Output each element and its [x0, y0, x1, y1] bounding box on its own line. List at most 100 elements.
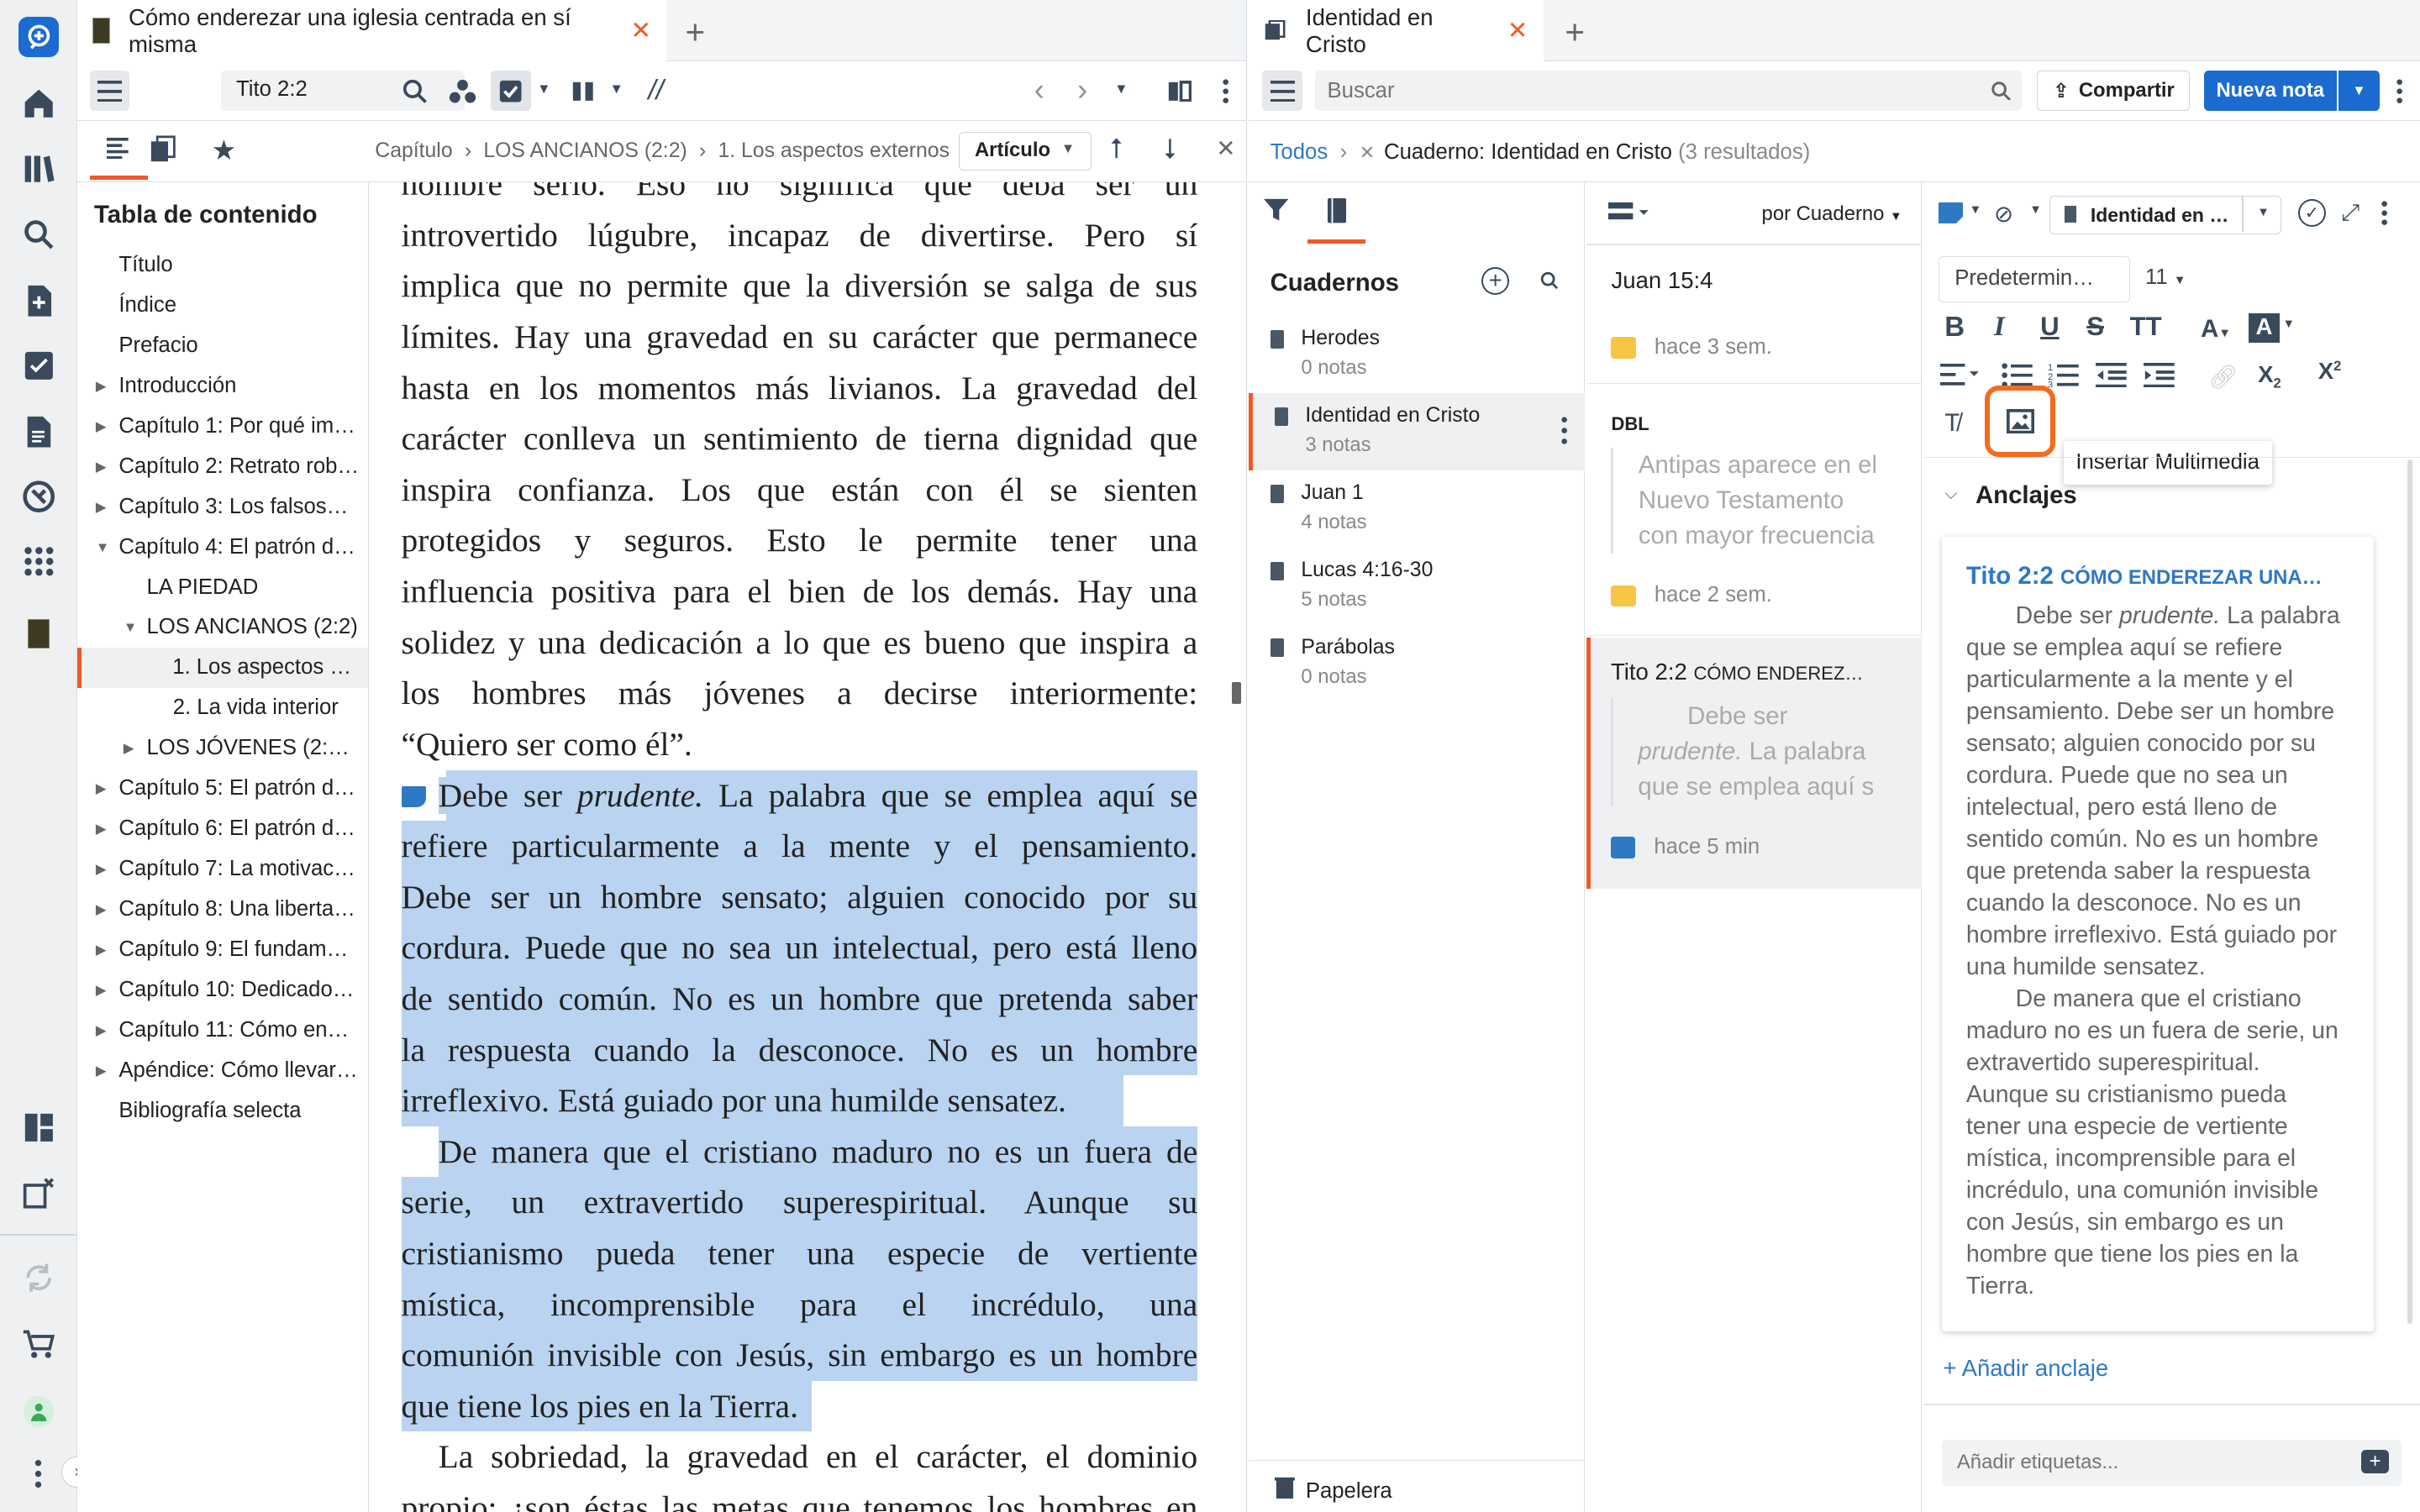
- collapsed-caret-icon[interactable]: ▶: [96, 407, 107, 447]
- indent-icon[interactable]: [2144, 362, 2175, 387]
- tab-book[interactable]: Cómo enderezar una iglesia centrada en s…: [76, 0, 667, 62]
- toc-item[interactable]: ▶ Capítulo 10: Dedicado…: [77, 970, 368, 1011]
- search-icon[interactable]: [1540, 271, 1559, 290]
- notebook-item[interactable]: Lucas 4:16-30 5 notas: [1249, 548, 1585, 625]
- more-icon[interactable]: [18, 1453, 59, 1494]
- chevron-down-icon[interactable]: ▼: [537, 81, 550, 97]
- cart-icon[interactable]: [18, 1324, 59, 1364]
- complete-icon[interactable]: ✓: [2297, 198, 2326, 227]
- tags-input[interactable]: [1941, 1439, 2344, 1486]
- new-note-dropdown-icon[interactable]: ▼: [2338, 71, 2381, 112]
- close-icon[interactable]: ✕: [630, 16, 651, 45]
- apps-icon[interactable]: [18, 542, 59, 582]
- add-anchor-link[interactable]: + Añadir anclaje: [1943, 1355, 2108, 1382]
- strikethrough-icon[interactable]: S: [2086, 312, 2104, 342]
- chevron-down-icon[interactable]: ▼: [1970, 203, 1982, 217]
- font-size-select[interactable]: 11 ▼: [2145, 265, 2186, 290]
- collapsed-caret-icon[interactable]: ▶: [96, 1051, 107, 1091]
- expanded-caret-icon[interactable]: ▼: [124, 607, 137, 648]
- add-tab-icon[interactable]: +: [685, 13, 705, 52]
- clear-format-icon[interactable]: T̸: [1944, 409, 1960, 438]
- collapsed-caret-icon[interactable]: ▶: [96, 930, 107, 970]
- favorites-icon[interactable]: ★: [212, 134, 237, 167]
- collapsed-caret-icon[interactable]: ▶: [96, 890, 107, 930]
- trash-row[interactable]: Papelera: [1248, 1459, 1586, 1512]
- add-notebook-icon[interactable]: +: [1481, 266, 1510, 295]
- close-icon[interactable]: ✕: [1507, 16, 1528, 45]
- notebook-more-icon[interactable]: [1561, 417, 1568, 444]
- breadcrumb-subsection[interactable]: 1. Los aspectos externos: [718, 139, 950, 162]
- collapsed-caret-icon[interactable]: ▶: [96, 970, 107, 1011]
- breadcrumb-section[interactable]: LOS ANCIANOS (2:2): [483, 139, 687, 162]
- toc-item[interactable]: Prefacio: [77, 326, 368, 366]
- remove-filter-icon[interactable]: ✕: [1360, 142, 1375, 163]
- outdent-icon[interactable]: [2096, 362, 2127, 387]
- collapsed-caret-icon[interactable]: ▶: [96, 1011, 107, 1051]
- font-color-icon[interactable]: A▼: [2201, 315, 2231, 344]
- highlight-color-icon[interactable]: A: [2249, 312, 2280, 343]
- chevron-down-icon[interactable]: ▼: [609, 81, 623, 97]
- view-mode-select[interactable]: Artículo ▼: [958, 132, 1092, 171]
- related-resources-icon[interactable]: [150, 135, 177, 163]
- parallel-resources-icon[interactable]: [563, 71, 603, 111]
- toc-item[interactable]: Bibliografía selecta: [77, 1091, 368, 1131]
- toc-item[interactable]: ▶ Capítulo 5: El patrón d…: [77, 769, 368, 809]
- user-icon[interactable]: [18, 1392, 59, 1432]
- panel-more-icon[interactable]: [1205, 71, 1245, 111]
- toc-item[interactable]: ▶ Capítulo 9: El fundame…: [77, 930, 368, 970]
- detach-icon[interactable]: [18, 1173, 59, 1213]
- filter-icon[interactable]: [1264, 197, 1289, 222]
- breadcrumb-chapter[interactable]: Capítulo: [375, 139, 452, 162]
- collapse-icon[interactable]: ⌵: [1944, 485, 1957, 504]
- panel-menu-icon[interactable]: [1262, 71, 1303, 112]
- note-item-selected[interactable]: Tito 2:2 CÓMO ENDEREZ… Debe ser prudente. …: [1586, 637, 1922, 889]
- library-icon[interactable]: [18, 148, 59, 188]
- book-cover-icon[interactable]: [18, 614, 59, 654]
- collapsed-caret-icon[interactable]: ▶: [96, 366, 107, 407]
- toc-item[interactable]: 2. La vida interior: [77, 688, 368, 728]
- forward-arrow-icon[interactable]: ›: [1077, 72, 1087, 108]
- anchor-title[interactable]: Tito 2:2 CÓMO ENDEREZAR UNA…: [1942, 537, 2374, 599]
- note-item[interactable]: Juan 15:4 hace 3 sem.: [1586, 245, 1922, 385]
- chevron-down-icon[interactable]: ▼: [2029, 203, 2042, 217]
- bold-icon[interactable]: B: [1944, 312, 1965, 344]
- scrollbar-handle[interactable]: [1231, 681, 1241, 704]
- subscript-icon[interactable]: X2: [2258, 361, 2281, 392]
- sort-select[interactable]: por Cuaderno ▼: [1762, 202, 1902, 226]
- notebook-item[interactable]: Herodes 0 notas: [1249, 317, 1585, 394]
- back-arrow-icon[interactable]: ‹: [1034, 72, 1044, 108]
- toc-item[interactable]: 1. Los aspectos e…: [76, 648, 368, 689]
- new-note-button[interactable]: Nueva nota: [2203, 71, 2337, 112]
- notebook-item[interactable]: Identidad en Cristo 3 notas: [1248, 393, 1586, 471]
- search-icon[interactable]: [395, 71, 435, 111]
- panel-menu-icon[interactable]: [89, 71, 130, 112]
- document-icon[interactable]: [18, 412, 59, 452]
- editor-more-icon[interactable]: [2381, 201, 2387, 225]
- collapsed-caret-icon[interactable]: ▶: [96, 809, 107, 849]
- add-tab-icon[interactable]: +: [1565, 13, 1585, 52]
- notebook-item[interactable]: Juan 1 4 notas: [1249, 470, 1585, 548]
- search-field[interactable]: [1314, 71, 2023, 112]
- notebook-item[interactable]: Parábolas 0 notas: [1249, 625, 1585, 702]
- note-style-icon[interactable]: [1938, 202, 1964, 224]
- toc-item[interactable]: ▶ Apéndice: Cómo llevar…: [77, 1051, 368, 1091]
- link-icon[interactable]: 🔗︎: [2208, 363, 2238, 391]
- layouts-icon[interactable]: [18, 1108, 59, 1148]
- toc-item[interactable]: ▶ Capítulo 3: Los falsos…: [77, 487, 368, 528]
- panel-more-icon[interactable]: [2380, 71, 2420, 111]
- notebook-tab-icon[interactable]: [1307, 182, 1366, 244]
- toc-item[interactable]: ▶ Capítulo 1: Por qué im…: [77, 407, 368, 447]
- toc-item[interactable]: ▶ Capítulo 2: Retrato rob…: [77, 447, 368, 487]
- search-icon[interactable]: [18, 214, 59, 255]
- notebook-select[interactable]: Identidad en … ▼: [2049, 196, 2281, 235]
- search-input[interactable]: [1314, 71, 1964, 112]
- expanded-caret-icon[interactable]: ▼: [96, 528, 109, 568]
- numbered-list-icon[interactable]: 123: [2048, 363, 2079, 387]
- text-case-icon[interactable]: TT: [2130, 312, 2162, 342]
- expand-icon[interactable]: ⤢: [2341, 199, 2360, 227]
- toc-item[interactable]: Título: [77, 245, 368, 286]
- toc-item[interactable]: ▶ Introducción: [77, 366, 368, 407]
- scroll-down-icon[interactable]: ⭣: [1164, 134, 1177, 165]
- bullet-list-icon[interactable]: [2002, 362, 2033, 387]
- history-dropdown-icon[interactable]: ▼: [1114, 81, 1128, 97]
